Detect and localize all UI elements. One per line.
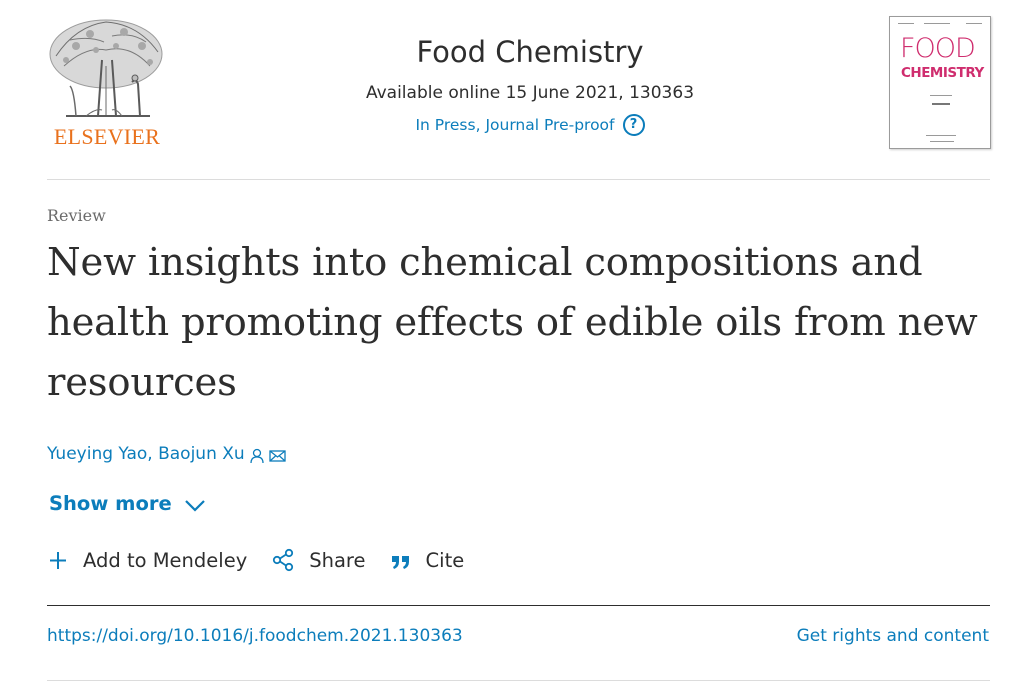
mail-icon[interactable] [269,446,286,462]
author-list[interactable]: Yueying Yao, Baojun Xu [47,441,286,467]
article-title: New insights into chemical compositions … [47,240,978,405]
show-more-label[interactable]: Show more [49,489,172,519]
article-status-label[interactable]: In Press, Journal Pre-proof [415,110,614,140]
article-status[interactable]: In Press, Journal Pre-proof ? [415,110,645,140]
person-icon [250,446,264,464]
cover-detail-line [930,141,954,142]
article-actions: Add to Mendeley Share Cite [47,548,488,572]
article-type: Review [47,206,106,225]
share-icon [273,548,294,572]
doi-link[interactable]: https://doi.org/10.1016/j.foodchem.2021.… [47,623,463,649]
elsevier-logo[interactable]: ELSEVIER [46,16,168,152]
share-button[interactable]: Share [271,548,366,572]
cover-detail-line [924,23,950,24]
journal-title[interactable]: Food Chemistry [330,30,730,74]
cover-title-food: FOOD [900,33,976,64]
availability-date: Available online 15 June 2021, 130363 [365,83,695,103]
elsevier-wordmark: ELSEVIER [53,124,161,149]
cover-detail-line [966,23,982,24]
actions-divider [47,605,990,606]
cover-detail-line [932,103,950,105]
header-divider [47,179,990,180]
journal-header: Food Chemistry Available online 15 June … [330,30,730,140]
elsevier-tree-icon [49,19,163,117]
cover-title-chemistry: CHEMISTRY [901,65,984,81]
cover-detail-line [930,95,952,96]
journal-cover-image[interactable]: FOOD CHEMISTRY [889,16,991,149]
author-names[interactable]: Yueying Yao, Baojun Xu [47,441,245,467]
cover-detail-line [926,135,956,136]
help-circle-icon[interactable]: ? [622,114,645,136]
cite-button[interactable]: Cite [390,549,465,572]
cite-label[interactable]: Cite [426,549,465,572]
quote-icon [391,556,409,569]
chevron-down-icon [184,500,205,512]
show-more-button[interactable]: Show more [49,489,206,519]
add-to-mendeley-button[interactable]: Add to Mendeley [47,549,247,572]
rights-and-content-link[interactable]: Get rights and content [797,623,989,649]
plus-icon [50,552,66,569]
add-to-mendeley-label[interactable]: Add to Mendeley [83,549,247,572]
cover-detail-line [898,23,914,24]
footer-divider [47,680,990,681]
share-label[interactable]: Share [309,549,365,572]
